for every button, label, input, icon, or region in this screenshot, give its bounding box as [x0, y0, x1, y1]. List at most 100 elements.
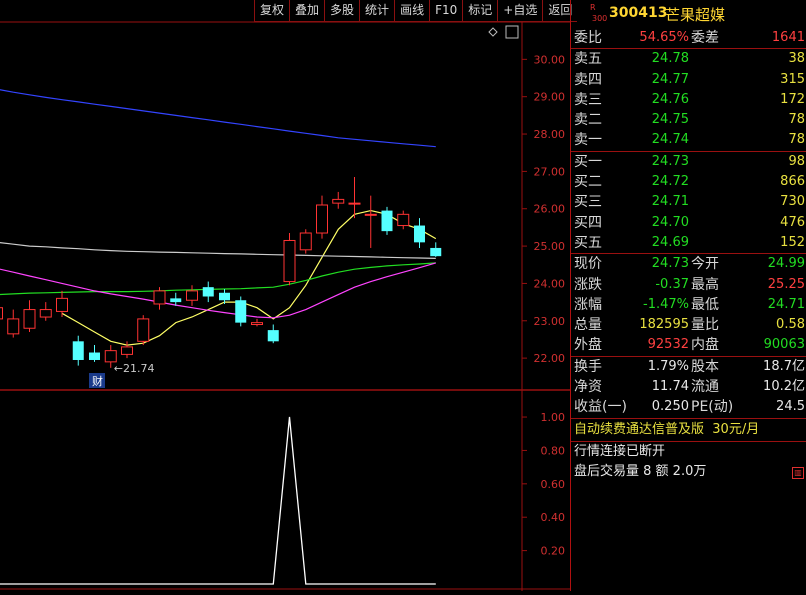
bid-row[interactable]: 买一 24.73 98: [571, 152, 806, 172]
diamond-icon: [488, 27, 498, 37]
ask-volume: 172: [780, 91, 805, 107]
bid-row[interactable]: 买三 24.71 730: [571, 192, 806, 212]
stat-value: 24.73: [651, 256, 689, 272]
kline-chart[interactable]: 30.00 29.00 28.00 27.00 26.00 25.00 24.00 23.00…: [0, 0, 570, 591]
sub-y-tick-label: 0.60: [541, 478, 566, 491]
fund-label: 股本: [691, 358, 719, 375]
ask-volume: 78: [788, 112, 805, 128]
candle-body: [186, 290, 198, 301]
ask-label: 卖二: [574, 112, 602, 129]
fund-value: 10.2亿: [763, 379, 805, 395]
y-tick-label: 27.00: [534, 165, 566, 178]
stat-value: 25.25: [767, 276, 805, 292]
ask-volume: 38: [788, 51, 805, 67]
subscription-ad[interactable]: 自动续费通达信普及版 30元/月: [571, 419, 806, 441]
candle-body: [381, 210, 393, 232]
tb-overlay-button[interactable]: 叠加: [289, 0, 325, 22]
bid-volume: 730: [780, 194, 805, 210]
ask-row[interactable]: 卖一 24.74 78: [571, 130, 806, 150]
bid-price: 24.72: [651, 174, 689, 190]
candle-body: [348, 202, 361, 205]
bid-row[interactable]: 买二 24.72 866: [571, 172, 806, 192]
ask-price: 24.77: [651, 71, 689, 87]
sub-y-tick-label: 0.80: [541, 444, 566, 457]
candle-body: [397, 213, 410, 227]
candle-body: [121, 346, 133, 355]
tb-stats-button[interactable]: 统计: [359, 0, 395, 22]
chart-icon[interactable]: ▥: [792, 466, 804, 479]
bid-row[interactable]: 买五 24.69 152: [571, 233, 806, 253]
candle-body: [316, 204, 328, 234]
tb-multi-stock-button[interactable]: 多股: [324, 0, 360, 22]
stat-label: 外盘: [574, 337, 602, 354]
stat-label: 最低: [691, 296, 719, 313]
stock-header: R 300 300413 芒果超媒: [571, 0, 806, 26]
stat-label: 今开: [691, 256, 719, 273]
bid-row[interactable]: 买四 24.70 476: [571, 213, 806, 233]
y-tick-label: 25.00: [534, 240, 566, 253]
stat-value: 24.71: [767, 296, 805, 312]
candle-body: [235, 300, 247, 323]
after-hours-text: 盘后交易量 8 额 2.0万: [574, 463, 707, 479]
stat-value: 182595: [639, 317, 689, 333]
ad-price[interactable]: 30元/月: [712, 422, 759, 437]
tb-f10-button[interactable]: F10: [429, 0, 463, 22]
candle-body: [414, 225, 425, 243]
ask-label: 卖五: [574, 51, 602, 68]
rzrq-badge-icon: R: [590, 3, 596, 12]
stat-label: 总量: [574, 317, 602, 334]
tb-fuquan-button[interactable]: 复权: [254, 0, 290, 22]
ask-row[interactable]: 卖五 24.78 38: [571, 49, 806, 69]
chart-toolbar: 复权 叠加 多股 统计 画线 F10 标记 +自选 返回: [254, 0, 578, 22]
low-price-annotation: ←21.74: [114, 362, 155, 375]
fund-value: 0.250: [651, 399, 689, 415]
y-tick-label: 29.00: [534, 91, 566, 104]
ask-row[interactable]: 卖二 24.75 78: [571, 110, 806, 130]
stat-value: 0.58: [776, 317, 805, 333]
bid-label: 买五: [574, 234, 602, 251]
ratio-value: 54.65%: [639, 30, 689, 45]
connection-status: 行情连接已断开: [571, 442, 806, 462]
candle-body: [430, 247, 442, 257]
bid-label: 买一: [574, 153, 602, 170]
tb-draw-line-button[interactable]: 画线: [394, 0, 430, 22]
ask-row[interactable]: 卖三 24.76 172: [571, 90, 806, 110]
stock-code: 300413: [609, 5, 668, 21]
stat-label: 最高: [691, 276, 719, 293]
ad-text[interactable]: 自动续费通达信普及版: [574, 422, 704, 437]
tb-mark-button[interactable]: 标记: [462, 0, 498, 22]
candle-body: [89, 352, 100, 360]
ma-line: [61, 209, 437, 346]
ask-row[interactable]: 卖四 24.77 315: [571, 70, 806, 90]
candle-body: [251, 322, 263, 326]
tb-add-watchlist-button[interactable]: +自选: [497, 0, 543, 22]
chart-area[interactable]: 30.00 29.00 28.00 27.00 26.00 25.00 24.00 23.00…: [0, 0, 578, 591]
candle-body: [0, 307, 3, 320]
ask-price: 24.75: [651, 112, 689, 128]
candle-body: [104, 350, 117, 363]
candle-body: [364, 213, 377, 216]
y-tick-label: 28.00: [534, 128, 566, 141]
stat-value: -1.47%: [643, 296, 689, 312]
stat-value: 92532: [647, 337, 689, 353]
bid-price: 24.71: [651, 194, 689, 210]
stat-value: 24.99: [767, 256, 805, 272]
candle-body: [39, 309, 52, 318]
y-tick-label: 26.00: [534, 203, 566, 216]
stat-row: 现价 24.73 今开 24.99: [571, 254, 806, 274]
stock-name: 芒果超媒: [665, 6, 726, 24]
candle-body: [202, 287, 214, 297]
sub-y-tick-label: 0.20: [541, 545, 566, 558]
stat-label: 量比: [691, 317, 719, 334]
fund-label: PE(动): [691, 399, 734, 416]
status-text: 行情连接已断开: [574, 443, 666, 459]
ask-label: 卖四: [574, 71, 602, 88]
stat-label: 内盘: [691, 337, 719, 354]
bid-volume: 866: [780, 174, 805, 190]
bid-volume: 152: [780, 234, 805, 250]
after-hours-row: 盘后交易量 8 额 2.0万 ▥: [571, 462, 806, 482]
candle-body: [170, 298, 182, 303]
quote-panel: R 300 300413 芒果超媒 委比 54.65% 委差 1641 卖五 24.78 3…: [570, 0, 806, 591]
fund-label: 流通: [691, 379, 719, 396]
ma-line: [0, 262, 436, 296]
